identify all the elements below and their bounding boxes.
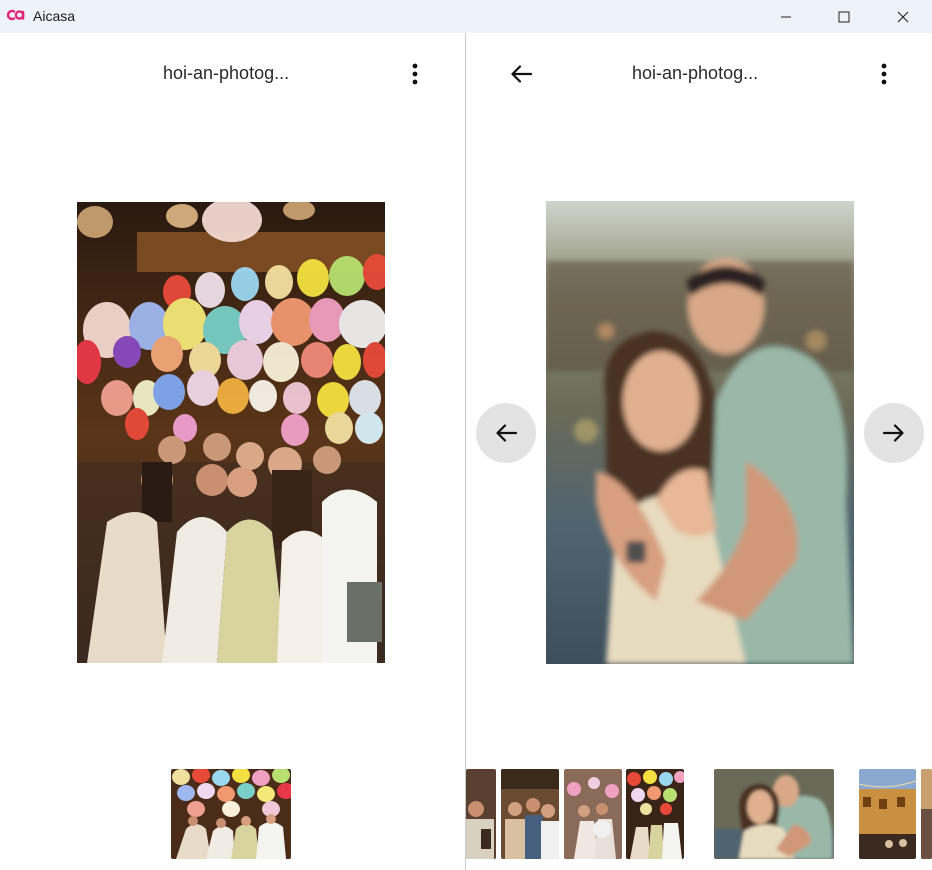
arrow-left-icon: [511, 65, 532, 83]
couple-engagement-photo: [546, 201, 854, 664]
kebab-menu-icon: [881, 63, 887, 85]
filmstrip-thumbnail[interactable]: [466, 769, 496, 859]
minimize-icon: [781, 16, 791, 17]
filmstrip-thumbnail[interactable]: [921, 769, 932, 859]
filmstrip-thumbnail[interactable]: [171, 769, 291, 859]
aicasa-logo-icon: [7, 9, 25, 21]
arrow-left-icon: [496, 424, 517, 442]
previous-photo-button[interactable]: [476, 403, 536, 463]
back-button[interactable]: [504, 57, 538, 91]
filmstrip-thumbnail-selected[interactable]: [714, 769, 834, 859]
file-title: hoi-an-photog...: [163, 63, 290, 83]
next-photo-button[interactable]: [864, 403, 924, 463]
right-viewer-pane: hoi-an-photog...: [466, 33, 932, 870]
close-icon: [897, 11, 909, 22]
file-title: hoi-an-photog...: [632, 63, 759, 83]
kebab-menu-icon: [412, 63, 418, 85]
app-name: Aicasa: [33, 8, 76, 24]
title-bar: Aicasa: [0, 0, 932, 33]
more-options-button[interactable]: [872, 59, 896, 89]
maximize-button[interactable]: [815, 0, 873, 33]
filmstrip-thumbnail[interactable]: [501, 769, 559, 859]
arrow-right-icon: [883, 424, 904, 442]
minimize-button[interactable]: [757, 0, 815, 33]
maximize-icon: [838, 11, 850, 22]
group-lanterns-photo: [77, 202, 385, 663]
left-viewer-pane: hoi-an-photog...: [0, 33, 465, 870]
filmstrip-thumbnail[interactable]: [859, 769, 916, 859]
close-button[interactable]: [874, 0, 932, 33]
more-options-button[interactable]: [403, 59, 427, 89]
filmstrip-thumbnail[interactable]: [626, 769, 684, 859]
filmstrip-thumbnail[interactable]: [564, 769, 622, 859]
